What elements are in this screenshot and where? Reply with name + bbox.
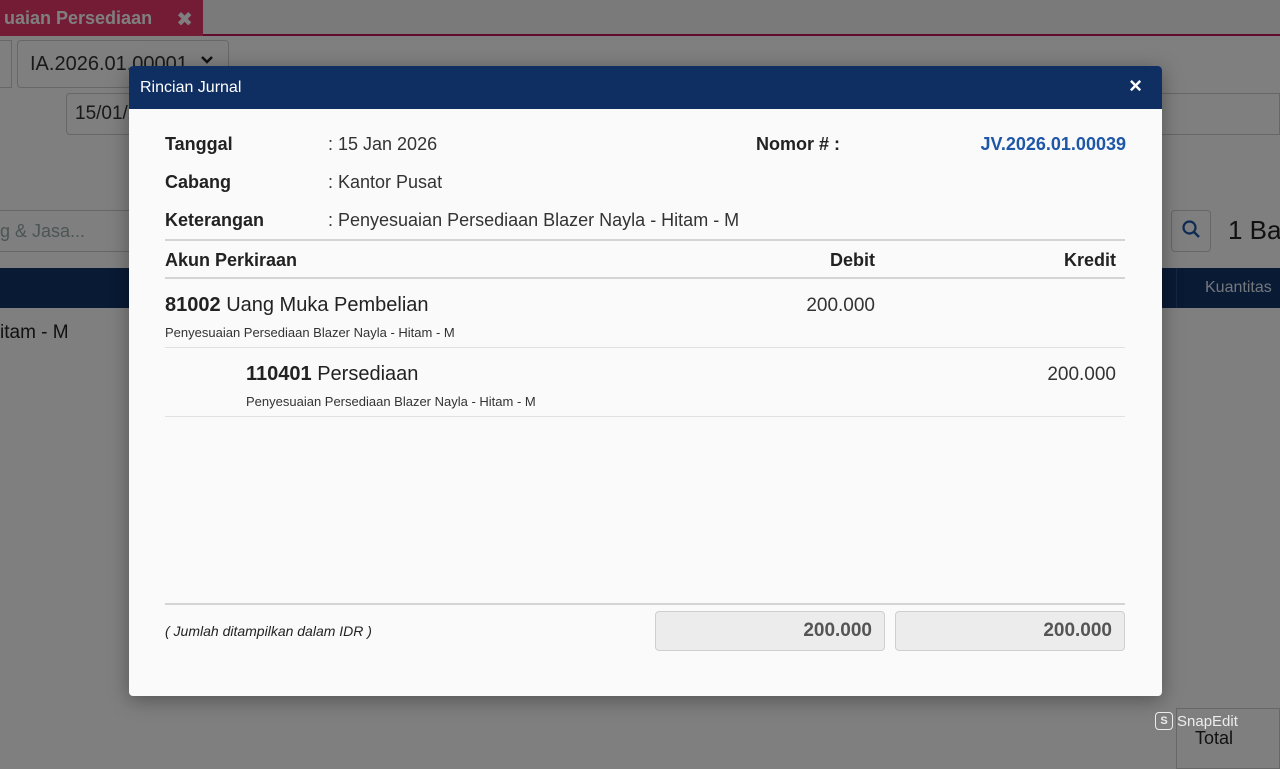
close-icon[interactable]: × <box>1129 75 1142 97</box>
watermark-text: SnapEdit <box>1177 712 1238 730</box>
tanggal-value: : 15 Jan 2026 <box>328 134 438 154</box>
column-credit: Kredit <box>1063 250 1116 270</box>
snapedit-logo-icon: S <box>1155 712 1173 730</box>
total-debit-field: 200.000 <box>655 611 885 651</box>
journal-table: Akun Perkiraan Debit Kredit 81002 Uang M… <box>165 239 1125 417</box>
journal-totals: ( Jumlah ditampilkan dalam IDR ) 200.000… <box>165 603 1125 663</box>
row-credit: 200.000 <box>1047 364 1116 385</box>
journal-detail-modal: Rincian Jurnal × Tanggal : 15 Jan 2026 C… <box>129 66 1162 696</box>
cabang-value: : Kantor Pusat <box>328 172 443 192</box>
modal-title: Rincian Jurnal <box>140 78 242 96</box>
account-name: 110401 Persediaan <box>246 363 418 386</box>
row-debit: 200.000 <box>806 295 875 316</box>
keterangan-value: : Penyesuaian Persediaan Blazer Nayla - … <box>328 210 740 230</box>
row-description: Penyesuaian Persediaan Blazer Nayla - Hi… <box>165 325 455 340</box>
cabang-label: Cabang <box>165 172 232 192</box>
column-account: Akun Perkiraan <box>165 250 298 270</box>
keterangan-label: Keterangan <box>165 210 265 230</box>
nomor-label: Nomor # : <box>756 134 841 154</box>
row-description: Penyesuaian Persediaan Blazer Nayla - Hi… <box>246 394 536 409</box>
journal-table-header: Akun Perkiraan Debit Kredit <box>165 239 1125 279</box>
account-name: 81002 Uang Muka Pembelian <box>165 294 429 317</box>
modal-header: Rincian Jurnal × <box>129 66 1162 109</box>
journal-number-link[interactable]: JV.2026.01.00039 <box>981 134 1127 155</box>
currency-note: ( Jumlah ditampilkan dalam IDR ) <box>165 623 372 639</box>
journal-row: 81002 Uang Muka Pembelian Penyesuaian Pe… <box>165 279 1125 348</box>
journal-row: 110401 Persediaan Penyesuaian Persediaan… <box>165 348 1125 417</box>
tanggal-label: Tanggal <box>165 134 233 154</box>
total-credit-field: 200.000 <box>895 611 1125 651</box>
account-code: 81002 <box>165 294 221 316</box>
account-code: 110401 <box>246 363 312 385</box>
watermark: S SnapEdit <box>1155 712 1238 730</box>
account-title: Persediaan <box>317 363 419 385</box>
column-debit: Debit <box>830 250 875 270</box>
account-title: Uang Muka Pembelian <box>226 294 429 316</box>
